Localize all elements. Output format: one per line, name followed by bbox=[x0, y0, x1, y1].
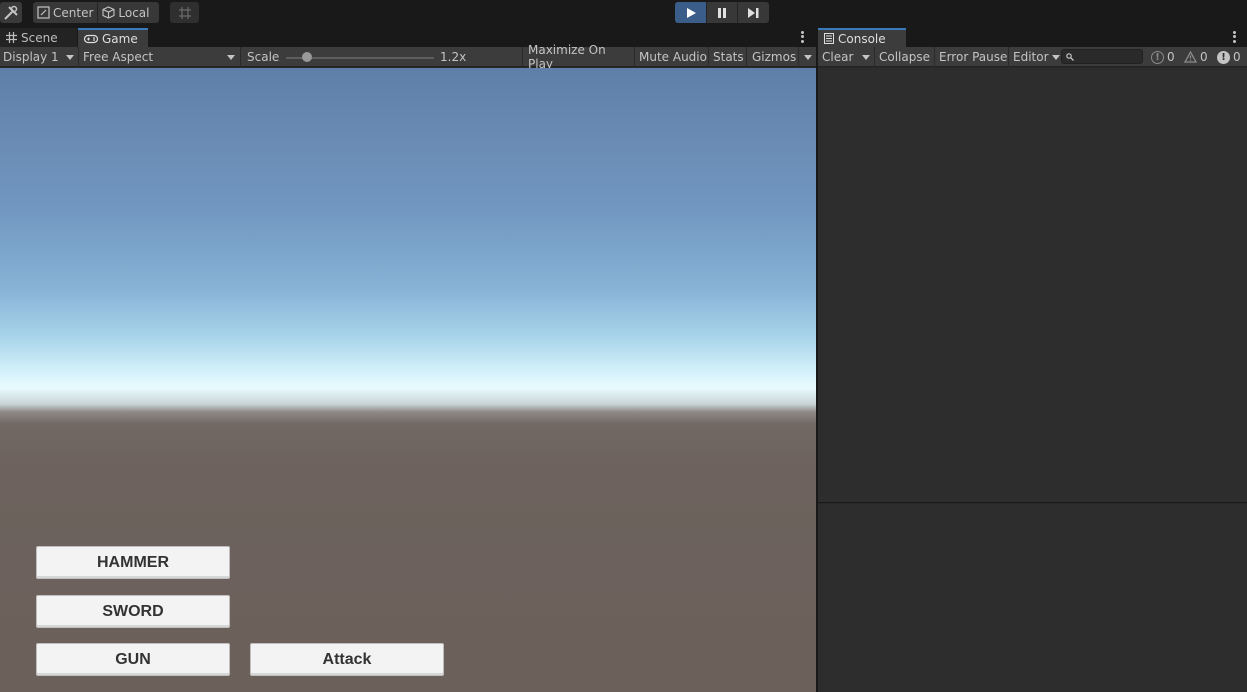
mute-audio-toggle[interactable]: Mute Audio bbox=[634, 47, 707, 67]
tools-icon bbox=[4, 5, 18, 20]
cube-icon bbox=[102, 6, 115, 19]
stats-label: Stats bbox=[713, 50, 744, 64]
tab-console[interactable]: Console bbox=[818, 28, 906, 47]
play-icon bbox=[686, 7, 696, 18]
step-button[interactable] bbox=[737, 2, 768, 23]
scale-slider-thumb[interactable] bbox=[302, 52, 312, 62]
grid-snap-button[interactable] bbox=[170, 2, 199, 23]
chevron-down-icon bbox=[227, 54, 235, 60]
game-view-controlbar: Display 1 Free Aspect Scale 1.2x Maximiz… bbox=[0, 43, 816, 71]
gamepad-icon bbox=[84, 34, 98, 43]
mute-label: Mute Audio bbox=[639, 50, 707, 64]
maximize-on-play-toggle[interactable]: Maximize On Play bbox=[522, 43, 633, 71]
clear-options-dropdown[interactable] bbox=[858, 47, 874, 67]
step-icon bbox=[747, 7, 758, 18]
pause-button[interactable] bbox=[706, 2, 737, 23]
tab-game-label: Game bbox=[102, 31, 138, 46]
grid-icon bbox=[6, 32, 17, 43]
console-tabbar: Console bbox=[818, 28, 1247, 47]
hammer-button[interactable]: HAMMER bbox=[36, 546, 230, 579]
console-search-input[interactable] bbox=[1061, 49, 1143, 64]
tab-console-label: Console bbox=[838, 31, 886, 46]
console-detail-area[interactable] bbox=[818, 504, 1247, 692]
gizmos-label: Gizmos bbox=[752, 50, 797, 64]
console-controlbar: Clear Collapse Error Pause Editor ! 0 0 … bbox=[818, 47, 1247, 67]
gizmos-toggle[interactable]: Gizmos bbox=[746, 47, 798, 67]
editor-dropdown[interactable]: Editor bbox=[1008, 47, 1060, 67]
sword-button[interactable]: SWORD bbox=[36, 595, 230, 628]
warning-count: 0 bbox=[1200, 50, 1208, 64]
main-toolbar: Center Local bbox=[0, 0, 1247, 27]
play-button[interactable] bbox=[675, 2, 706, 23]
aspect-dropdown[interactable]: Free Aspect bbox=[78, 47, 239, 67]
warning-counter-toggle[interactable]: 0 bbox=[1180, 47, 1212, 67]
display-label: Display 1 bbox=[3, 50, 59, 64]
error-icon: ! bbox=[1217, 50, 1230, 64]
stats-toggle[interactable]: Stats bbox=[708, 47, 746, 67]
error-pause-toggle[interactable]: Error Pause bbox=[934, 47, 1008, 67]
aspect-label: Free Aspect bbox=[83, 50, 154, 64]
clear-button[interactable]: Clear bbox=[818, 47, 858, 67]
game-viewport[interactable]: HAMMER SWORD GUN Attack bbox=[0, 68, 816, 692]
pivot-center-icon bbox=[37, 6, 50, 19]
collapse-label: Collapse bbox=[879, 50, 930, 64]
warning-icon bbox=[1184, 51, 1197, 63]
playmode-controls bbox=[675, 2, 769, 23]
tab-game[interactable]: Game bbox=[78, 28, 148, 47]
console-menu-icon[interactable] bbox=[1231, 30, 1237, 44]
log-counter-toggle[interactable]: ! 0 bbox=[1147, 47, 1179, 67]
gun-button[interactable]: GUN bbox=[36, 643, 230, 676]
clear-label: Clear bbox=[822, 50, 854, 64]
error-count: 0 bbox=[1233, 50, 1241, 64]
tab-scene[interactable]: Scene bbox=[0, 28, 77, 47]
grid-snap-icon bbox=[178, 6, 191, 19]
error-counter-toggle[interactable]: ! 0 bbox=[1213, 47, 1245, 67]
chevron-down-icon bbox=[803, 54, 812, 60]
game-panel-menu-icon[interactable] bbox=[799, 30, 805, 44]
pivot-toggle-group: Center Local bbox=[33, 2, 159, 23]
info-icon: ! bbox=[1151, 50, 1164, 64]
pivot-local-label: Local bbox=[118, 5, 150, 20]
log-count: 0 bbox=[1167, 50, 1175, 64]
game-panel: Scene Game Display 1 Free Aspect Scale 1… bbox=[0, 28, 816, 692]
chevron-down-icon bbox=[862, 54, 870, 60]
pivot-local-button[interactable]: Local bbox=[97, 2, 153, 23]
attack-button[interactable]: Attack bbox=[250, 643, 444, 676]
maximize-label: Maximize On Play bbox=[528, 43, 606, 71]
pause-icon bbox=[718, 7, 726, 18]
chevron-down-icon bbox=[66, 54, 74, 60]
pivot-center-button[interactable]: Center bbox=[33, 2, 97, 23]
console-icon bbox=[824, 33, 834, 44]
chevron-down-icon bbox=[1051, 54, 1060, 60]
display-dropdown[interactable]: Display 1 bbox=[0, 47, 78, 67]
pivot-center-label: Center bbox=[53, 5, 94, 20]
scale-value: 1.2x bbox=[440, 50, 467, 64]
tools-button[interactable] bbox=[0, 2, 22, 23]
search-icon bbox=[1066, 52, 1074, 61]
editor-label: Editor bbox=[1013, 50, 1049, 64]
error-pause-label: Error Pause bbox=[939, 50, 1008, 64]
scale-label: Scale bbox=[247, 50, 280, 64]
console-panel: Console Clear Collapse Error Pause Edito… bbox=[817, 28, 1247, 692]
gizmos-dropdown[interactable] bbox=[798, 47, 816, 67]
console-log-list[interactable] bbox=[818, 68, 1247, 503]
game-panel-tabbar: Scene Game bbox=[0, 28, 816, 47]
collapse-toggle[interactable]: Collapse bbox=[874, 47, 934, 67]
tab-scene-label: Scene bbox=[21, 30, 58, 45]
